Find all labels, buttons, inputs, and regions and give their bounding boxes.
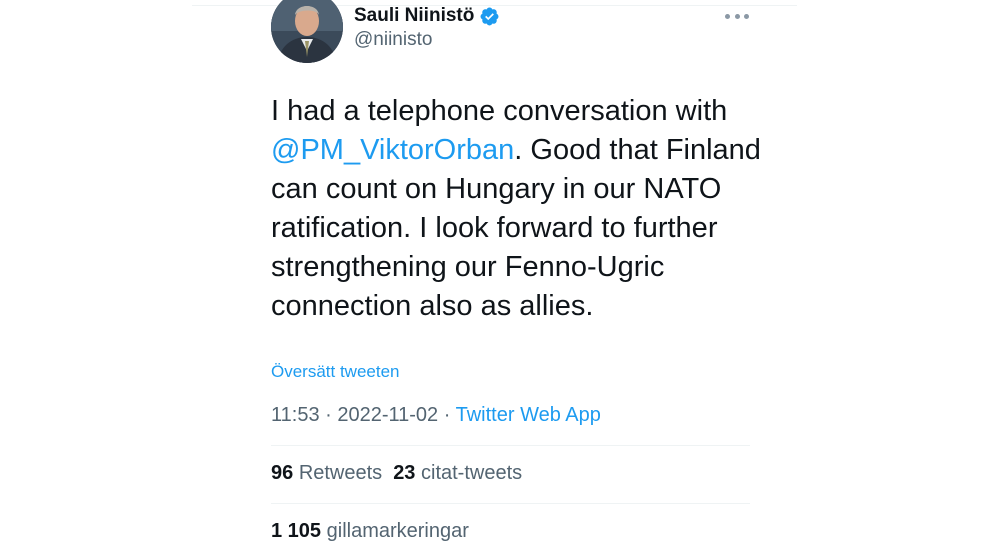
likes-count: 1 105 xyxy=(271,520,322,542)
quotes-count: 23 xyxy=(393,462,416,484)
engagement-stats: 96 Retweets 23 citat-tweets xyxy=(271,462,522,485)
retweets-count: 96 xyxy=(271,462,294,484)
quotes-stat[interactable]: 23 citat-tweets xyxy=(393,462,522,485)
tweet-page: Sauli Niinistö @niinisto I had a telepho… xyxy=(0,0,992,558)
mention-link[interactable]: @PM_ViktorOrban xyxy=(271,134,514,166)
translate-tweet-link[interactable]: Översätt tweeten xyxy=(271,362,400,382)
likes-label: gillamarkeringar xyxy=(326,520,469,542)
more-options-icon[interactable] xyxy=(725,8,749,24)
author-display-name[interactable]: Sauli Niinistö xyxy=(354,5,474,27)
dot xyxy=(744,13,749,19)
divider xyxy=(271,503,750,504)
retweets-stat[interactable]: 96 Retweets xyxy=(271,462,382,485)
avatar[interactable] xyxy=(271,0,343,63)
likes-stat[interactable]: 1 105 gillamarkeringar xyxy=(271,520,469,543)
dot xyxy=(725,13,730,19)
author-name-row[interactable]: Sauli Niinistö xyxy=(354,3,500,29)
retweets-label: Retweets xyxy=(298,462,383,484)
verified-badge-icon xyxy=(480,7,499,25)
tweet-text-part1: I had a telephone conversation with xyxy=(271,95,728,127)
tweet-time[interactable]: 11:53 xyxy=(271,404,320,426)
quotes-label: citat-tweets xyxy=(421,462,523,484)
author-handle[interactable]: @niinisto xyxy=(354,29,432,51)
dot xyxy=(734,13,740,19)
tweet-source-link[interactable]: Twitter Web App xyxy=(456,404,601,426)
divider xyxy=(271,445,750,446)
tweet-meta: 11:53 · 2022-11-02 · Twitter Web App xyxy=(271,404,601,426)
avatar-photo xyxy=(271,0,343,63)
tweet-date[interactable]: 2022-11-02 xyxy=(337,404,438,426)
tweet-text: I had a telephone conversation with @PM_… xyxy=(271,92,761,326)
